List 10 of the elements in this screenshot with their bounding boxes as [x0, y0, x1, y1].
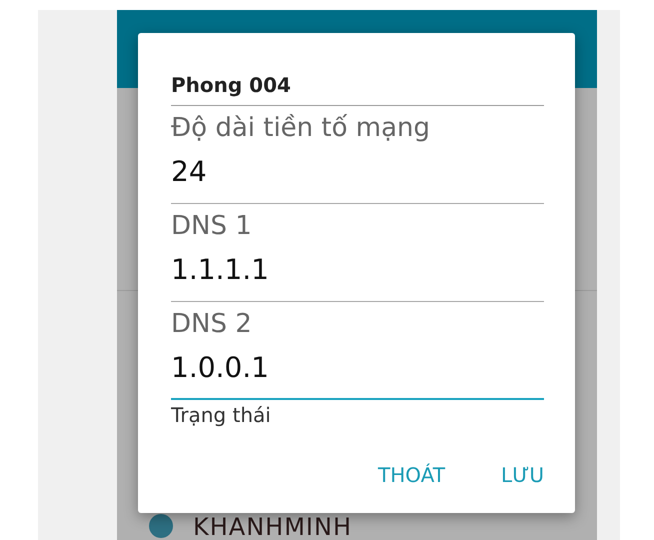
input-field[interactable]: 1.0.0.1 — [171, 346, 544, 400]
field-label: DNS 2 — [171, 308, 252, 341]
field-label: Trạng thái — [171, 402, 271, 429]
input-field[interactable]: 24 — [171, 150, 544, 204]
avatar-icon — [149, 514, 173, 538]
field-label: DNS 1 — [171, 210, 252, 243]
dialog-title: Phong 004 — [171, 72, 292, 99]
input-field[interactable]: 1.1.1.1 — [171, 248, 544, 302]
field-label: Độ dài tiền tố mạng — [171, 112, 430, 145]
contact-name: KHANHMINH — [193, 514, 352, 540]
